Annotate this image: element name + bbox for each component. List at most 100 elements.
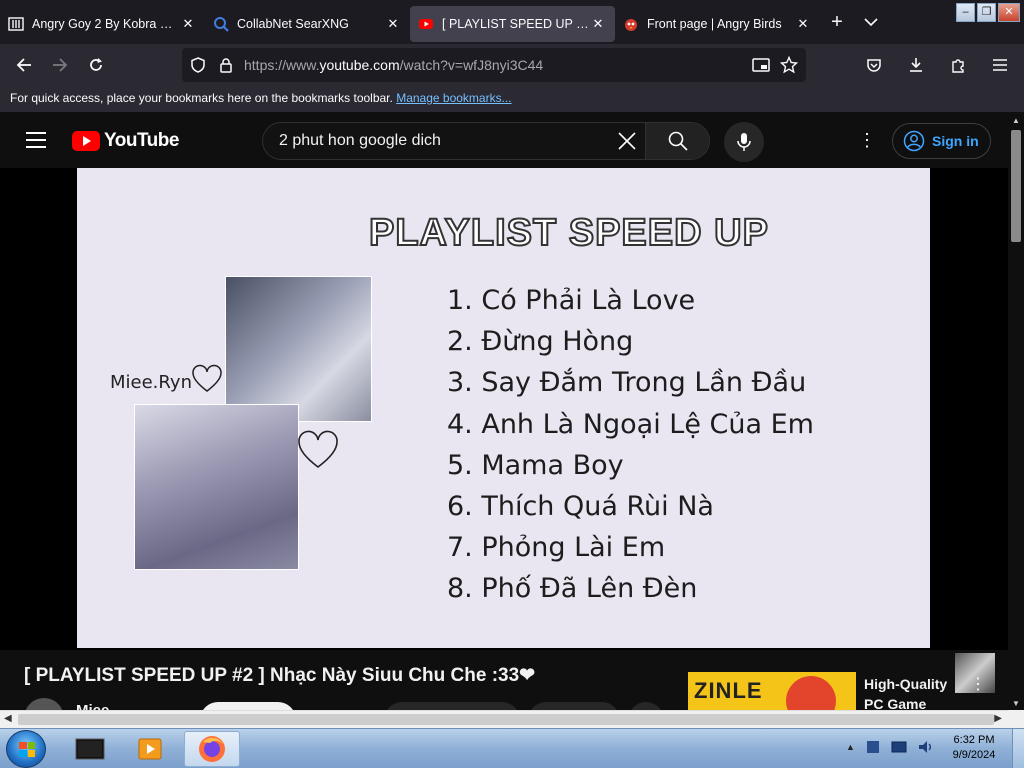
- track-item: 2. Đừng Hòng: [447, 326, 634, 358]
- guide-menu-icon[interactable]: [26, 132, 46, 148]
- tab-angry-goy[interactable]: Angry Goy 2 By Kobra 1488 - ✕: [0, 6, 205, 42]
- library-icon: [8, 16, 24, 32]
- scroll-up-icon[interactable]: ▲: [1012, 116, 1020, 125]
- track-item: 5. Mama Boy: [447, 449, 624, 481]
- screen: Angry Goy 2 By Kobra 1488 - ✕ CollabNet …: [0, 0, 1024, 768]
- restore-button[interactable]: ❐: [977, 3, 996, 22]
- show-hidden-icons-icon[interactable]: ▲: [846, 742, 855, 752]
- youtube-page: YouTube 2 phut hon google dich ⋮ Sign in: [0, 112, 1024, 724]
- tab-title: CollabNet SearXNG: [237, 17, 349, 31]
- reload-icon: [90, 58, 102, 71]
- clock-date: 9/9/2024: [952, 749, 996, 761]
- horizontal-scrollbar-thumb[interactable]: [18, 714, 994, 725]
- picture-in-picture-icon[interactable]: [752, 57, 770, 73]
- sign-in-label: Sign in: [932, 133, 979, 149]
- heart-outline-icon: [298, 430, 338, 469]
- search-button[interactable]: [645, 123, 709, 159]
- terminal-app-icon: [75, 738, 105, 760]
- youtube-icon: [418, 16, 434, 32]
- voice-search-button[interactable]: [724, 122, 764, 162]
- ad-menu-kebab-icon[interactable]: ⋮: [970, 674, 986, 694]
- horizontal-scrollbar[interactable]: ◀ ▶: [0, 710, 1008, 728]
- windows-logo-icon: [19, 742, 35, 757]
- address-bar[interactable]: https://www.youtube.com/watch?v=wfJ8nyi3…: [182, 48, 806, 82]
- reload-button[interactable]: [78, 49, 114, 81]
- scroll-right-icon[interactable]: ▶: [994, 713, 1002, 724]
- close-tab-icon[interactable]: ✕: [589, 16, 607, 32]
- track-item: 1. Có Phải Là Love: [447, 285, 696, 316]
- downloads-button[interactable]: [898, 49, 934, 81]
- taskbar-app-firefox[interactable]: [184, 731, 240, 767]
- account-icon: [903, 130, 925, 152]
- url-text[interactable]: https://www.youtube.com/watch?v=wfJ8nyi3…: [244, 57, 752, 73]
- url-prefix: https://www.: [244, 57, 320, 73]
- list-all-tabs-button[interactable]: [854, 15, 888, 30]
- anime-artwork-bottom: [134, 404, 299, 570]
- tracklist: 1. Có Phải Là Love 2. Đừng Hòng 3. Say Đ…: [447, 280, 814, 610]
- sign-in-button[interactable]: Sign in: [892, 123, 991, 159]
- url-path: /watch?v=wfJ8nyi3C44: [399, 57, 544, 73]
- settings-kebab-icon[interactable]: ⋮: [858, 130, 876, 150]
- taskbar-app-media-player[interactable]: [122, 731, 178, 767]
- sponsored-thumbnail[interactable]: ZINLE: [688, 672, 856, 710]
- media-player-icon: [138, 738, 162, 760]
- toolbar-right: [856, 49, 1018, 81]
- network-icon[interactable]: [891, 739, 907, 755]
- close-tab-icon[interactable]: ✕: [179, 16, 197, 32]
- bookmarks-hint: For quick access, place your bookmarks h…: [10, 91, 393, 105]
- close-tab-icon[interactable]: ✕: [384, 16, 402, 32]
- arrow-right-icon: [53, 58, 68, 72]
- pocket-button[interactable]: [856, 49, 892, 81]
- close-window-button[interactable]: ✕: [998, 3, 1020, 22]
- system-clock[interactable]: 6:32 PM 9/9/2024: [944, 733, 1004, 763]
- bookmark-star-icon[interactable]: [780, 56, 798, 74]
- youtube-masthead: YouTube 2 phut hon google dich ⋮ Sign in: [0, 112, 1008, 168]
- thumbnail-heading: PLAYLIST SPEED UP: [368, 211, 769, 255]
- volume-icon[interactable]: [917, 739, 933, 755]
- back-button[interactable]: [6, 49, 42, 81]
- extensions-button[interactable]: [940, 49, 976, 81]
- forward-button[interactable]: [42, 49, 78, 81]
- vertical-scrollbar[interactable]: ▲ ▼: [1008, 112, 1024, 710]
- shield-icon[interactable]: [190, 57, 206, 73]
- search-box: 2 phut hon google dich: [262, 122, 710, 160]
- clock-time: 6:32 PM: [953, 734, 995, 746]
- close-tab-icon[interactable]: ✕: [794, 16, 812, 32]
- sponsored-title[interactable]: High-Quality PC Game: [864, 674, 968, 714]
- clear-search-icon[interactable]: [609, 126, 645, 157]
- heart-outline-icon: [192, 364, 222, 392]
- search-input[interactable]: 2 phut hon google dich: [263, 132, 609, 150]
- navigation-toolbar: https://www.youtube.com/watch?v=wfJ8nyi3…: [0, 44, 1024, 86]
- system-tray: ▲: [846, 739, 933, 755]
- windows-taskbar: ▲ 6:32 PM 9/9/2024: [0, 728, 1024, 768]
- taskbar-app-terminal[interactable]: [62, 731, 118, 767]
- new-tab-button[interactable]: +: [820, 11, 854, 34]
- scroll-left-icon[interactable]: ◀: [4, 713, 12, 724]
- scroll-down-icon[interactable]: ▼: [1012, 699, 1020, 708]
- tab-angry-birds[interactable]: Front page | Angry Birds ✕: [615, 6, 820, 42]
- ad-thumbnail-text: ZINLE: [694, 678, 763, 703]
- tab-youtube-playlist[interactable]: [ PLAYLIST SPEED UP #2 ] Nh ✕: [410, 6, 615, 42]
- youtube-play-logo-icon: [72, 131, 100, 151]
- video-frame[interactable]: PLAYLIST SPEED UP Miee.Ryn 1. Có Phải Là…: [77, 168, 930, 648]
- show-desktop-button[interactable]: [1012, 729, 1024, 768]
- browser-tab-strip: Angry Goy 2 By Kobra 1488 - ✕ CollabNet …: [0, 0, 1024, 44]
- tab-title: [ PLAYLIST SPEED UP #2 ] Nh: [442, 17, 589, 31]
- lock-icon[interactable]: [218, 57, 234, 73]
- url-host: youtube.com: [319, 57, 400, 73]
- game-character-graphic: [786, 676, 836, 710]
- app-menu-button[interactable]: [982, 49, 1018, 81]
- track-item: 3. Say Đắm Trong Lần Đầu: [447, 367, 807, 399]
- firefox-icon: [199, 736, 225, 762]
- video-player[interactable]: PLAYLIST SPEED UP Miee.Ryn 1. Có Phải Là…: [0, 168, 1008, 693]
- minimize-button[interactable]: –: [956, 3, 975, 22]
- scrollbar-thumb[interactable]: [1011, 130, 1021, 242]
- youtube-logo[interactable]: YouTube: [72, 130, 179, 152]
- action-center-flag-icon[interactable]: [865, 739, 881, 755]
- start-button[interactable]: [6, 730, 46, 768]
- window-controls: – ❐ ✕: [956, 3, 1020, 22]
- hamburger-menu-icon: [993, 59, 1007, 71]
- manage-bookmarks-link[interactable]: Manage bookmarks...: [396, 91, 511, 105]
- tab-searxng[interactable]: CollabNet SearXNG ✕: [205, 6, 410, 42]
- angry-birds-icon: [623, 16, 639, 32]
